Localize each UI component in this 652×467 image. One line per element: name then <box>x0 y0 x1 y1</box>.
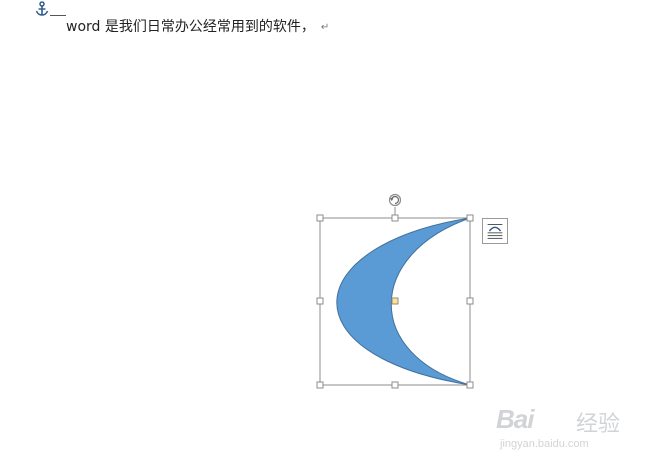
resize-handle-bottom-right[interactable] <box>466 381 474 389</box>
resize-handle-top-left[interactable] <box>316 214 324 222</box>
resize-handle-bottom[interactable] <box>391 381 399 389</box>
layout-options-button[interactable] <box>482 218 508 244</box>
layout-options-icon <box>487 224 503 239</box>
watermark-suffix: 经验 <box>576 412 621 437</box>
resize-handle-top-right[interactable] <box>466 214 474 222</box>
resize-handle-bottom-left[interactable] <box>316 381 324 389</box>
adjustment-handle[interactable] <box>391 297 399 305</box>
document-page: word 是我们日常办公经常用到的软件， ↵ Bai 经验 jingyan.ba… <box>0 0 652 467</box>
baidu-watermark: Bai 经验 jingyan.baidu.com <box>496 404 626 454</box>
watermark-brand: Bai <box>496 404 534 434</box>
resize-handle-left[interactable] <box>316 297 324 305</box>
resize-handle-top[interactable] <box>391 214 399 222</box>
shape-canvas <box>316 193 474 389</box>
resize-handle-right[interactable] <box>466 297 474 305</box>
rotate-handle-icon[interactable] <box>388 193 402 219</box>
moon-shape[interactable] <box>336 217 471 386</box>
watermark-url: jingyan.baidu.com <box>500 438 589 450</box>
